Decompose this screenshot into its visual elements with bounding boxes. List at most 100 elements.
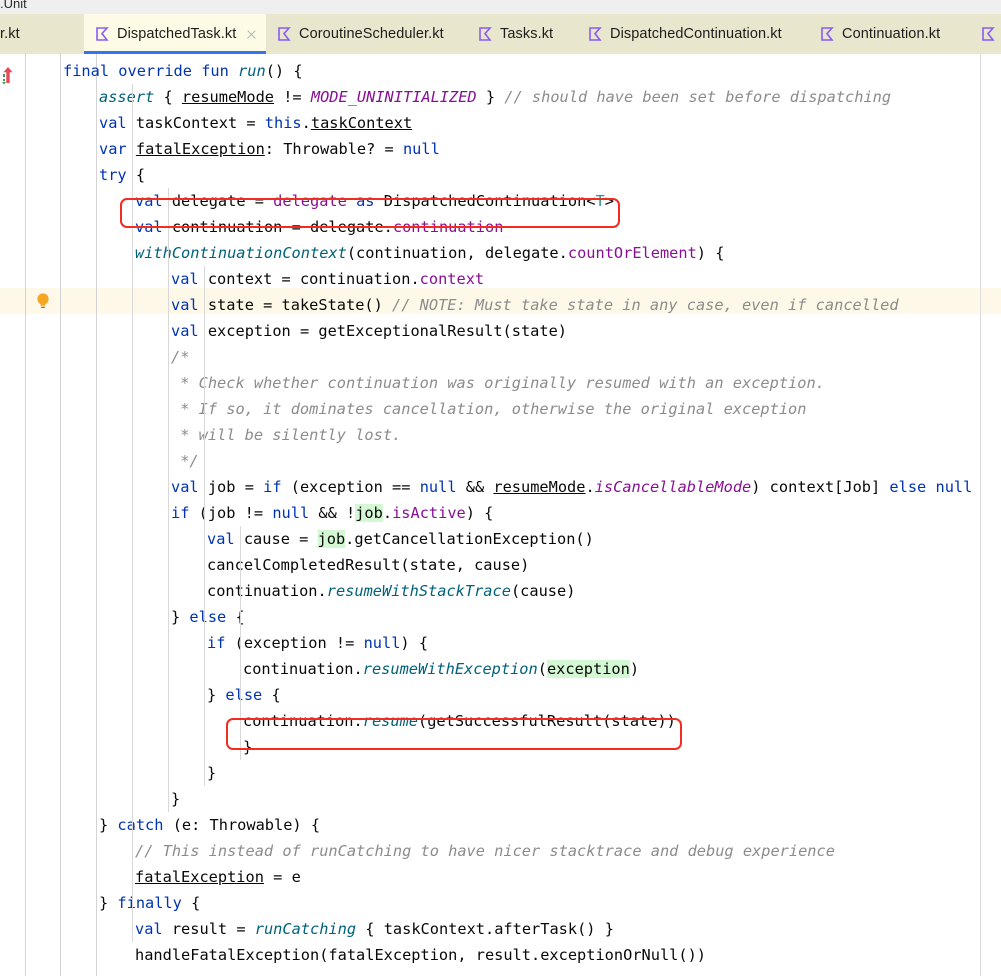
code-token: DispatchedContinuation< xyxy=(374,192,595,210)
code-token xyxy=(347,192,356,210)
code-line[interactable]: val taskContext = this.taskContext xyxy=(0,110,1001,136)
code-token: */ xyxy=(171,452,199,470)
code-token: continuation xyxy=(393,218,504,236)
code-line[interactable]: } xyxy=(0,760,1001,786)
kotlin-file-icon xyxy=(587,26,603,42)
code-line[interactable]: val exception = getExceptionalResult(sta… xyxy=(0,318,1001,344)
code-token: = e xyxy=(264,868,301,886)
code-token: isActive xyxy=(392,504,466,522)
code-token: . xyxy=(585,478,594,496)
code-line[interactable]: fatalException = e xyxy=(0,864,1001,890)
code-token: val xyxy=(171,270,199,288)
code-token: resumeWithException xyxy=(363,660,538,678)
code-token: cause = xyxy=(235,530,318,548)
code-line[interactable]: * If so, it dominates cancellation, othe… xyxy=(0,396,1001,422)
code-line[interactable]: * Check whether continuation was origina… xyxy=(0,370,1001,396)
code-line[interactable]: } xyxy=(0,734,1001,760)
code-token: } xyxy=(99,894,117,912)
code-line[interactable]: val job = if (exception == null && resum… xyxy=(0,474,1001,500)
code-token: val xyxy=(207,530,235,548)
code-line[interactable]: val state = takeState() // NOTE: Must ta… xyxy=(0,292,1001,318)
code-line[interactable]: continuation.resumeWithStackTrace(cause) xyxy=(0,578,1001,604)
code-content[interactable]: final override fun run() {assert { resum… xyxy=(0,54,1001,976)
code-token: val xyxy=(171,296,199,314)
code-token: { xyxy=(127,166,145,184)
kotlin-file-icon xyxy=(477,26,493,42)
code-line[interactable]: withContinuationContext(continuation, de… xyxy=(0,240,1001,266)
code-line[interactable]: } finally { xyxy=(0,890,1001,916)
code-token: && xyxy=(457,478,494,496)
code-line[interactable]: } catch (e: Throwable) { xyxy=(0,812,1001,838)
code-token: (e: Throwable) { xyxy=(163,816,320,834)
code-token: context = continuation. xyxy=(199,270,420,288)
code-token: countOrElement xyxy=(568,244,697,262)
code-line[interactable]: val delegate = delegate as DispatchedCon… xyxy=(0,188,1001,214)
code-token: (exception != xyxy=(225,634,363,652)
code-token: // should have been set before dispatchi… xyxy=(504,88,891,106)
code-token: result = xyxy=(163,920,255,938)
code-token: val xyxy=(171,322,199,340)
editor-tab-tasks-kt[interactable]: Tasks.kt xyxy=(467,14,577,54)
code-token xyxy=(109,62,118,80)
code-token: val xyxy=(99,114,127,132)
code-token: * will be silently lost. xyxy=(171,426,401,444)
indent-guide-3 xyxy=(168,188,169,812)
code-line[interactable]: continuation.resume(getSuccessfulResult(… xyxy=(0,708,1001,734)
code-token: } xyxy=(243,738,252,756)
code-token: ) xyxy=(630,660,639,678)
code-token: handleFatalException(fatalException, res… xyxy=(135,946,706,964)
code-token: } xyxy=(99,816,117,834)
code-token: T xyxy=(596,192,605,210)
code-token: try xyxy=(99,166,127,184)
editor-tab-atcher-kt[interactable]: atcher.kt xyxy=(0,14,84,54)
code-line[interactable]: } else { xyxy=(0,604,1001,630)
editor-tab-label: Continuation.kt xyxy=(842,26,940,42)
code-line[interactable]: var fatalException: Throwable? = null xyxy=(0,136,1001,162)
code-line[interactable]: * will be silently lost. xyxy=(0,422,1001,448)
editor-tab-label: Tasks.kt xyxy=(500,26,553,42)
code-token: continuation. xyxy=(243,660,363,678)
editor-tab-coroutinescheduler-kt[interactable]: CoroutineScheduler.kt xyxy=(266,14,467,54)
code-line[interactable]: try { xyxy=(0,162,1001,188)
code-token: runCatching xyxy=(255,920,356,938)
code-line[interactable]: // This instead of runCatching to have n… xyxy=(0,838,1001,864)
code-line[interactable]: */ xyxy=(0,448,1001,474)
kotlin-file-icon xyxy=(94,26,110,42)
code-line[interactable]: val context = continuation.context xyxy=(0,266,1001,292)
code-token: job xyxy=(318,530,346,548)
breadcrumb[interactable]: .Unit xyxy=(0,0,27,11)
editor-tab-dispatchedcontinuation-kt[interactable]: DispatchedContinuation.kt xyxy=(577,14,809,54)
code-token: continuation. xyxy=(243,712,363,730)
code-line[interactable]: assert { resumeMode != MODE_UNINITIALIZE… xyxy=(0,84,1001,110)
code-line[interactable]: val cause = job.getCancellationException… xyxy=(0,526,1001,552)
code-line[interactable]: if (exception != null) { xyxy=(0,630,1001,656)
code-line[interactable]: /* xyxy=(0,344,1001,370)
code-token: null xyxy=(403,140,440,158)
code-token: // NOTE: Must take state in any case, ev… xyxy=(392,296,899,314)
code-line[interactable]: } xyxy=(0,786,1001,812)
code-line[interactable]: handleFatalException(fatalException, res… xyxy=(0,942,1001,968)
editor-tab-continuation-kt[interactable]: Continuation.kt xyxy=(809,14,970,54)
code-token: // This instead of runCatching to have n… xyxy=(135,842,835,860)
code-line[interactable]: if (job != null && !job.isActive) { xyxy=(0,500,1001,526)
editor-tab-label: CoroutineScheduler.kt xyxy=(299,26,444,42)
code-token: finally xyxy=(117,894,181,912)
code-line[interactable]: val continuation = delegate.continuation xyxy=(0,214,1001,240)
code-token: { xyxy=(154,88,182,106)
code-token: fatalException xyxy=(136,140,265,158)
code-token: else xyxy=(889,478,926,496)
editor-tab-dispatchedtask-kt[interactable]: DispatchedTask.kt xyxy=(84,14,266,54)
code-token: : Throwable? = xyxy=(265,140,403,158)
code-line[interactable]: final override fun run() { xyxy=(0,58,1001,84)
kotlin-file-icon xyxy=(276,26,292,42)
code-line[interactable]: cancelCompletedResult(state, cause) xyxy=(0,552,1001,578)
code-editor[interactable]: final override fun run() {assert { resum… xyxy=(0,54,1001,976)
code-token: else xyxy=(225,686,262,704)
close-icon[interactable] xyxy=(245,28,256,40)
code-line[interactable]: } else { xyxy=(0,682,1001,708)
editor-tab-c[interactable]: C xyxy=(970,14,1001,54)
code-line[interactable]: val result = runCatching { taskContext.a… xyxy=(0,916,1001,942)
code-token: exception xyxy=(547,660,630,678)
code-token: && ! xyxy=(309,504,355,522)
code-line[interactable]: continuation.resumeWithException(excepti… xyxy=(0,656,1001,682)
